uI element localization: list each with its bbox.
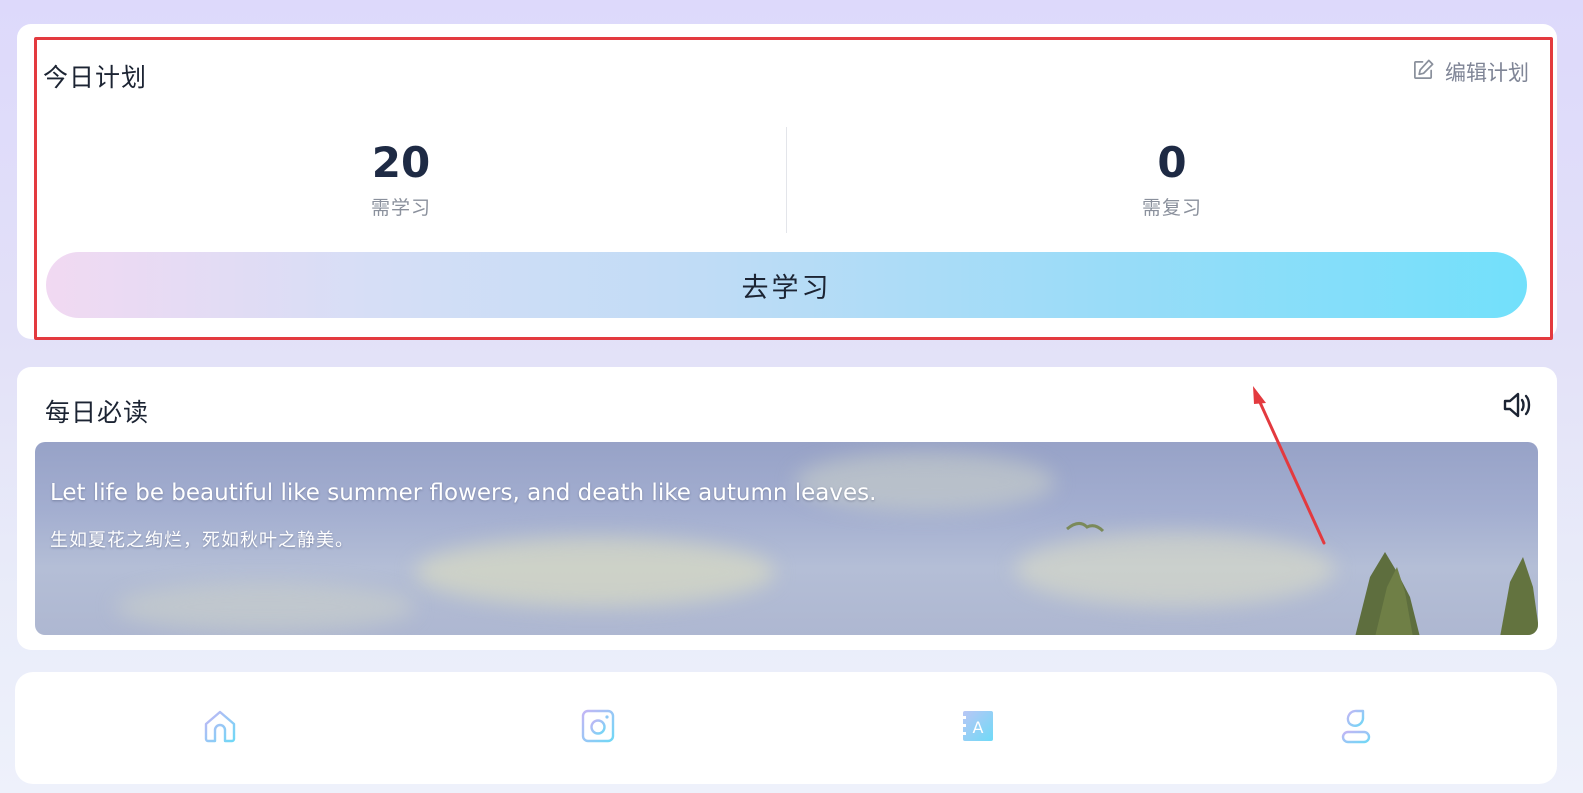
camera-icon[interactable] <box>578 706 618 746</box>
today-plan-card: 今日计划 编辑计划 20 需学习 0 需复习 去学习 <box>17 24 1557 339</box>
words-book-icon[interactable]: A <box>957 706 997 746</box>
stat-divider <box>786 127 787 233</box>
today-plan-title: 今日计划 <box>43 63 148 92</box>
learn-label: 需学习 <box>370 197 431 219</box>
edit-plan-label: 编辑计划 <box>1445 61 1529 85</box>
edit-plan-button[interactable]: 编辑计划 <box>1412 57 1529 87</box>
profile-icon[interactable] <box>1336 706 1376 746</box>
cloud-shape <box>1015 532 1335 607</box>
quote-english: Let life be beautiful like summer flower… <box>50 480 877 506</box>
review-stat[interactable]: 0 需复习 <box>1022 139 1322 220</box>
speaker-icon[interactable] <box>1501 389 1533 421</box>
review-label: 需复习 <box>1141 197 1202 219</box>
quote-chinese: 生如夏花之绚烂，死如秋叶之静美。 <box>50 530 354 551</box>
bird-shape <box>1066 522 1105 533</box>
learn-count: 20 <box>371 138 431 187</box>
cloud-shape <box>415 537 775 607</box>
tree-shape <box>1355 552 1420 635</box>
words-book-glyph: A <box>973 718 984 737</box>
edit-icon <box>1412 58 1435 86</box>
tree-shape <box>1500 557 1538 635</box>
daily-read-title: 每日必读 <box>45 398 150 427</box>
home-icon[interactable] <box>200 706 240 746</box>
quote-banner-image[interactable]: Let life be beautiful like summer flower… <box>35 442 1538 635</box>
daily-read-card: 每日必读 Let life be beautiful like summer f… <box>17 367 1557 650</box>
learn-stat[interactable]: 20 需学习 <box>251 139 551 220</box>
bottom-tab-bar: A <box>15 672 1557 784</box>
go-learn-button[interactable]: 去学习 <box>46 252 1527 318</box>
cloud-shape <box>115 582 415 632</box>
review-count: 0 <box>1157 138 1187 187</box>
